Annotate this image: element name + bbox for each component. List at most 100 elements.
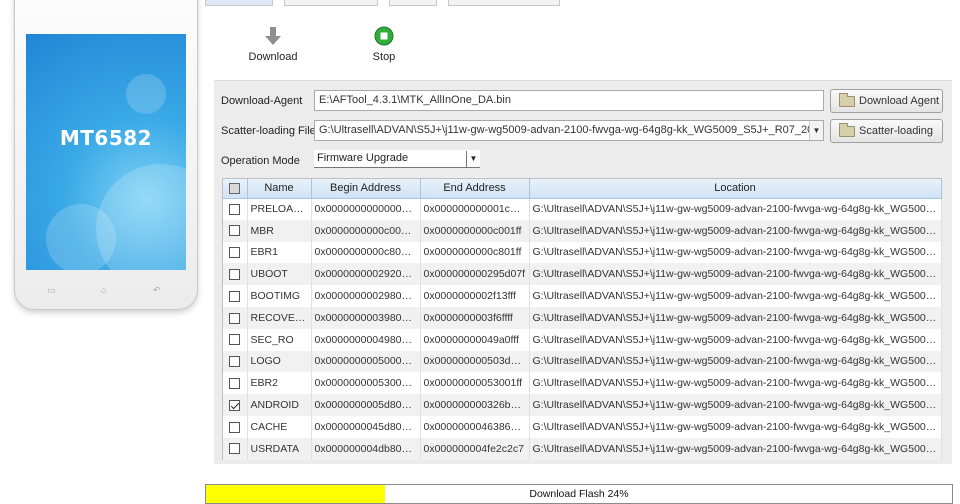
table-row[interactable]: USRDATA 0x000000004db80000 0x000000004fe2c… [223, 437, 942, 460]
begin-address: 0x0000000000c80000 [311, 241, 421, 264]
row-checkbox[interactable] [229, 399, 241, 411]
begin-address: 0x0000000005300000 [311, 372, 421, 395]
chevron-down-icon[interactable]: ▼ [809, 121, 823, 140]
partition-name: PRELOADER [247, 198, 312, 220]
chevron-down-icon: ▼ [466, 151, 480, 167]
table-body: PRELOADER 0x0000000000000000 0x00000000000… [223, 198, 942, 460]
tab-download[interactable] [205, 0, 273, 6]
download-progress-bar: Download Flash 24% [205, 484, 953, 504]
download-button[interactable]: Download [247, 26, 299, 63]
begin-address: 0x0000000004980000 [311, 328, 421, 351]
table-row[interactable]: EBR2 0x0000000005300000 0x00000000053001ff… [223, 372, 942, 395]
download-arrow-icon [265, 27, 281, 45]
tab-2[interactable] [284, 0, 378, 6]
partition-name: RECOVERY [247, 306, 312, 329]
row-checkbox-cell[interactable] [223, 394, 248, 416]
phone-back-icon: ↶ [153, 285, 161, 295]
table-row[interactable]: ANDROID 0x0000000005d80000 0x000000000326b… [223, 394, 942, 416]
table-row[interactable]: UBOOT 0x0000000002920000 0x000000000295d07… [223, 263, 942, 286]
phone-menu-icon: ▭ [47, 285, 56, 295]
header-begin-address[interactable]: Begin Address [311, 179, 421, 199]
row-checkbox[interactable] [229, 334, 241, 346]
row-checkbox[interactable] [229, 247, 241, 259]
header-location[interactable]: Location [529, 179, 942, 199]
partition-name: EBR1 [247, 241, 312, 264]
stop-button[interactable]: Stop [362, 26, 406, 63]
scatter-file-field[interactable]: G:\Ultrasell\ADVAN\S5J+\j11w-gw-wg5009-a… [314, 120, 824, 141]
select-all-header[interactable] [223, 179, 248, 199]
row-checkbox[interactable] [229, 269, 241, 280]
begin-address: 0x0000000002920000 [311, 263, 421, 286]
location-path: G:\Ultrasell\ADVAN\S5J+\j11w-gw-wg5009-a… [529, 415, 942, 438]
end-address: 0x0000000000c801ff [420, 241, 530, 264]
operation-mode-label: Operation Mode [221, 155, 300, 167]
header-end-address[interactable]: End Address [420, 179, 530, 199]
row-checkbox-cell[interactable] [223, 285, 248, 307]
partition-name: EBR2 [247, 372, 312, 395]
partition-name: LOGO [247, 350, 312, 373]
partition-name: UBOOT [247, 263, 312, 286]
select-all-checkbox[interactable] [229, 182, 241, 194]
tab-3[interactable] [389, 0, 437, 6]
row-checkbox[interactable] [229, 203, 241, 215]
table-row[interactable]: RECOVERY 0x0000000003980000 0x0000000003f6… [223, 306, 942, 329]
row-checkbox-cell[interactable] [223, 198, 248, 220]
row-checkbox-cell[interactable] [223, 415, 248, 438]
download-agent-button[interactable]: Download Agent [830, 89, 943, 113]
location-path: G:\Ultrasell\ADVAN\S5J+\j11w-gw-wg5009-a… [529, 394, 942, 416]
row-checkbox[interactable] [229, 312, 241, 324]
partition-name: BOOTIMG [247, 285, 312, 307]
end-address: 0x0000000046386093 [420, 415, 530, 438]
row-checkbox-cell[interactable] [223, 328, 248, 351]
operation-mode-select[interactable]: Firmware Upgrade ▼ [314, 150, 480, 168]
row-checkbox[interactable] [229, 225, 241, 237]
row-checkbox[interactable] [229, 443, 241, 455]
table-row[interactable]: BOOTIMG 0x0000000002980000 0x0000000002f13… [223, 285, 942, 307]
begin-address: 0x000000004db80000 [311, 437, 421, 460]
end-address: 0x0000000002f13fff [420, 285, 530, 307]
table-row[interactable]: EBR1 0x0000000000c80000 0x0000000000c801ff… [223, 241, 942, 264]
location-path: G:\Ultrasell\ADVAN\S5J+\j11w-gw-wg5009-a… [529, 372, 942, 395]
operation-mode-value: Firmware Upgrade [317, 152, 409, 164]
progress-label: Download Flash 24% [529, 488, 629, 500]
phone-model-label: MT6582 [59, 126, 153, 150]
download-agent-field[interactable]: E:\AFTool_4.3.1\MTK_AllInOne_DA.bin [314, 90, 824, 111]
location-path: G:\Ultrasell\ADVAN\S5J+\j11w-gw-wg5009-a… [529, 241, 942, 264]
end-address: 0x000000004fe2c2c7 [420, 437, 530, 460]
scatter-loading-button-label: Scatter-loading [859, 125, 933, 137]
table-header-row: Name Begin Address End Address Location [223, 179, 942, 199]
end-address: 0x00000000049a0fff [420, 328, 530, 351]
partition-name: USRDATA [247, 437, 312, 460]
end-address: 0x0000000003f6ffff [420, 306, 530, 329]
partition-name: SEC_RO [247, 328, 312, 351]
row-checkbox-cell[interactable] [223, 263, 248, 286]
row-checkbox-cell[interactable] [223, 306, 248, 329]
end-address: 0x000000000295d07f [420, 263, 530, 286]
partition-name: MBR [247, 219, 312, 242]
row-checkbox[interactable] [229, 290, 241, 302]
row-checkbox[interactable] [229, 356, 241, 368]
table-row[interactable]: SEC_RO 0x0000000004980000 0x00000000049a0f… [223, 328, 942, 351]
table-row[interactable]: PRELOADER 0x0000000000000000 0x00000000000… [223, 198, 942, 220]
download-agent-label: Download-Agent [221, 95, 303, 107]
location-path: G:\Ultrasell\ADVAN\S5J+\j11w-gw-wg5009-a… [529, 328, 942, 351]
row-checkbox[interactable] [229, 421, 241, 433]
row-checkbox-cell[interactable] [223, 437, 248, 460]
header-name[interactable]: Name [247, 179, 312, 199]
table-row[interactable]: LOGO 0x0000000005000000 0x000000000503d9a9… [223, 350, 942, 373]
location-path: G:\Ultrasell\ADVAN\S5J+\j11w-gw-wg5009-a… [529, 263, 942, 286]
scatter-loading-button[interactable]: Scatter-loading [830, 119, 943, 143]
row-checkbox[interactable] [229, 377, 241, 389]
row-checkbox-cell[interactable] [223, 241, 248, 264]
table-row[interactable]: MBR 0x0000000000c00000 0x0000000000c001ff G… [223, 219, 942, 242]
table-row[interactable]: CACHE 0x0000000045d80000 0x000000004638609… [223, 415, 942, 438]
row-checkbox-cell[interactable] [223, 372, 248, 395]
download-agent-button-label: Download Agent [859, 95, 940, 107]
folder-icon [839, 123, 855, 137]
row-checkbox-cell[interactable] [223, 219, 248, 242]
location-path: G:\Ultrasell\ADVAN\S5J+\j11w-gw-wg5009-a… [529, 285, 942, 307]
begin-address: 0x0000000005d80000 [311, 394, 421, 416]
tab-4[interactable] [448, 0, 560, 6]
folder-icon [839, 93, 855, 107]
row-checkbox-cell[interactable] [223, 350, 248, 373]
